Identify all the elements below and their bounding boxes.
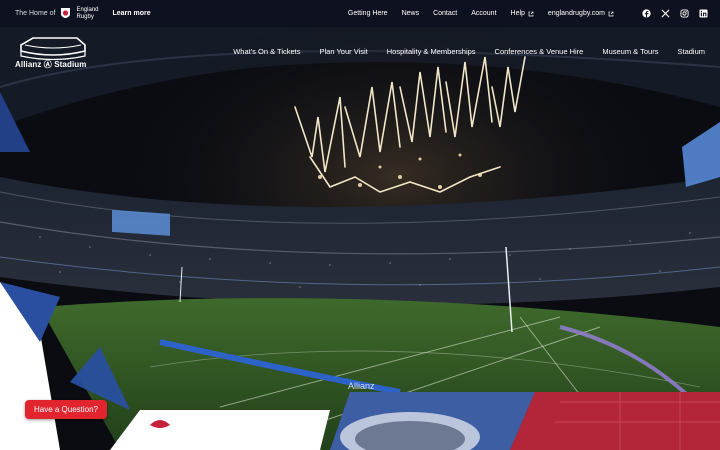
news-link[interactable]: News (402, 10, 420, 17)
main-navigation: Allianz Ⓐ Stadium What's On & Tickets Pl… (0, 27, 720, 75)
utility-bar: The Home of England Rugby Learn more Get… (0, 0, 720, 27)
news-label: News (401, 10, 420, 17)
external-link-icon (528, 11, 534, 16)
external-link-icon (608, 11, 614, 16)
england-rugby-wordmark[interactable]: England Rugby (76, 7, 98, 21)
utility-links: Getting Here News Contact Account Help e… (334, 0, 614, 27)
getting-here-label: Getting Here (347, 10, 388, 17)
social-links (642, 0, 708, 27)
brand-line-1: England (76, 6, 99, 13)
contact-label: Contact (433, 10, 458, 17)
england-rugby-rose-icon[interactable] (59, 6, 72, 22)
getting-here-link[interactable]: Getting Here (348, 10, 388, 17)
nav-links: What's On & Tickets Plan Your Visit Hosp… (214, 47, 705, 56)
learn-more-link[interactable]: Learn more (113, 10, 151, 17)
brand-line-2: Rugby (76, 13, 94, 20)
linkedin-icon[interactable] (699, 9, 708, 18)
have-a-question-button[interactable]: Have a Question? (25, 400, 107, 419)
nav-stadium[interactable]: Stadium (677, 47, 705, 56)
nav-conferences[interactable]: Conferences & Venue Hire (495, 47, 584, 56)
promo-panel-red[interactable] (510, 392, 720, 450)
account-link[interactable]: Account (471, 10, 496, 17)
contact-link[interactable]: Contact (433, 10, 457, 17)
nav-hospitality[interactable]: Hospitality & Memberships (387, 47, 476, 56)
englandrugby-link[interactable]: englandrugby.com (548, 10, 614, 17)
home-of-label: The Home of (15, 10, 56, 17)
hero-banner: Allianz (0, 27, 720, 450)
help-link[interactable]: Help (511, 10, 534, 17)
nav-whats-on[interactable]: What's On & Tickets (233, 47, 300, 56)
englandrugby-label: englandrugby.com (547, 10, 605, 17)
nav-museum-tours[interactable]: Museum & Tours (602, 47, 658, 56)
facebook-icon[interactable] (642, 9, 651, 18)
ad-board-text: Allianz (348, 381, 375, 391)
help-label: Help (510, 10, 525, 17)
x-icon[interactable] (661, 9, 670, 18)
nav-plan-your-visit[interactable]: Plan Your Visit (320, 47, 368, 56)
logo-text: Allianz Ⓐ Stadium (15, 60, 87, 69)
account-label: Account (471, 10, 497, 17)
instagram-icon[interactable] (680, 9, 689, 18)
stadium-hero-image: Allianz (0, 27, 720, 450)
